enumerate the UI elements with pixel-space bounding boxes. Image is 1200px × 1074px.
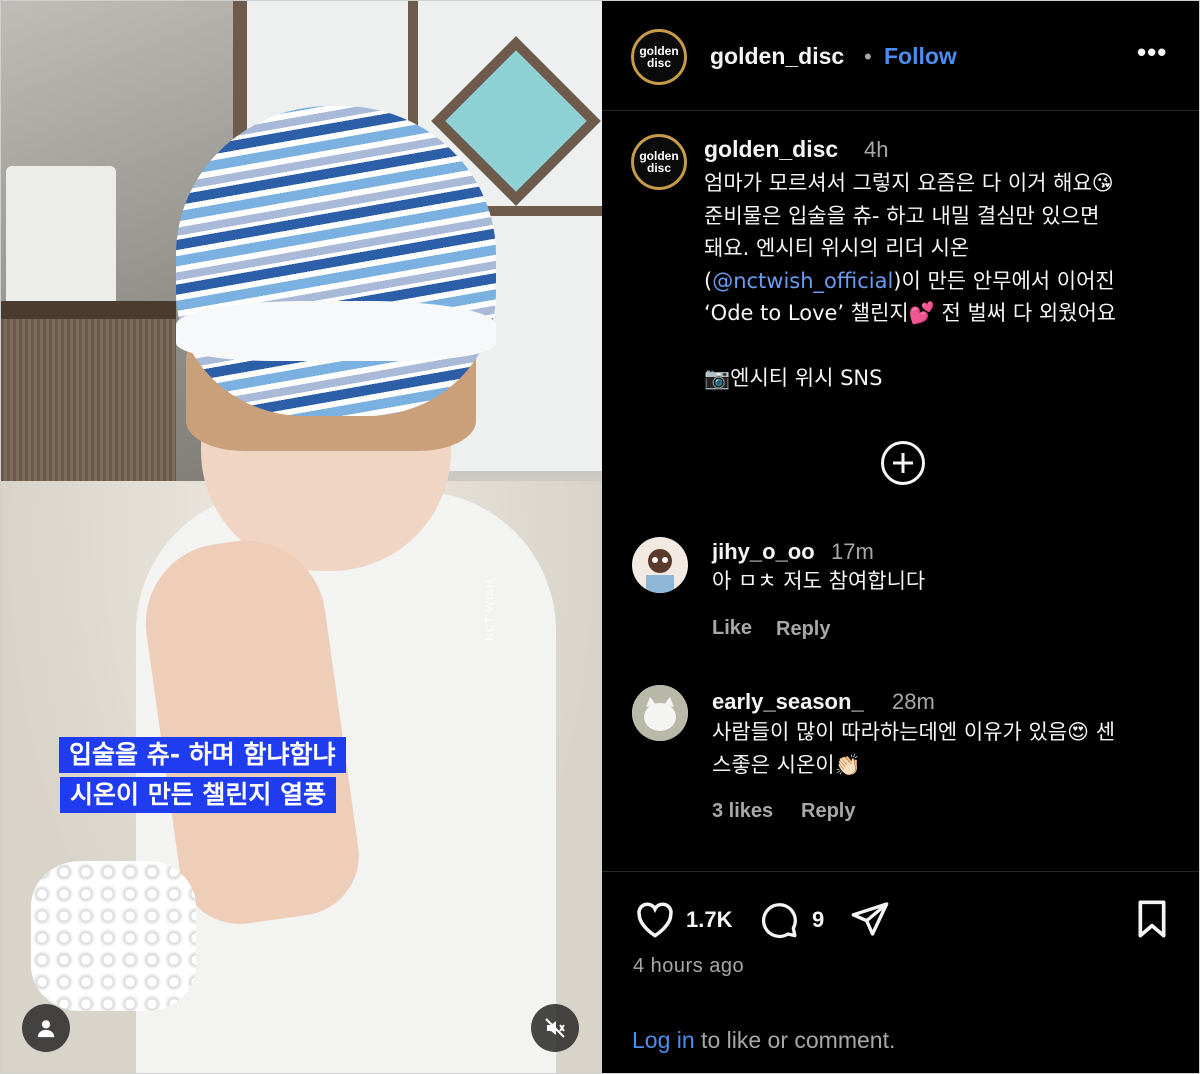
caption-line: )이 만든 안무에서 이어진 — [893, 268, 1115, 293]
caption-paren: ( — [704, 268, 713, 293]
comment-like-button[interactable]: Like — [712, 617, 752, 640]
striped-beanie — [176, 106, 496, 416]
caption-avatar[interactable]: golden disc — [631, 134, 687, 190]
caption-username[interactable]: golden_disc — [704, 136, 838, 163]
tagged-users-button[interactable] — [22, 1004, 70, 1052]
caption-credit: 📷엔시티 위시 SNS — [704, 366, 883, 390]
post-video[interactable]: 입술을 츄- 하며 함냐함냐 시온이 만든 챌린지 열풍 NCT WISH — [1, 1, 602, 1073]
plus-icon — [893, 453, 913, 473]
comment-text: 스좋은 시온이👏🏻 — [712, 753, 861, 777]
comment-reply-button[interactable]: Reply — [776, 618, 830, 641]
post-details-panel: golden disc golden_disc • Follow ••• gol… — [602, 1, 1199, 1073]
comment-text: 아 ㅁㅊ 저도 참여합니다 — [712, 569, 926, 593]
post-time-ago: 4 hours ago — [633, 955, 745, 977]
header-username[interactable]: golden_disc — [710, 43, 844, 70]
instagram-post-window: 입술을 츄- 하며 함냐함냐 시온이 만든 챌린지 열풍 NCT WISH go… — [0, 0, 1200, 1074]
caption-line: ‘Ode to Love’ 챌린지💕 전 벌써 다 외웠어요 — [704, 301, 1117, 325]
beanie-brim — [176, 301, 496, 361]
profile-avatar[interactable]: golden disc — [631, 29, 687, 85]
post-actions: 1.7K 9 4 hours ago Log in to like or com… — [602, 871, 1199, 1073]
heart-icon[interactable] — [634, 899, 676, 939]
login-link[interactable]: Log in — [632, 1027, 695, 1053]
speaker-muted-icon — [545, 1018, 565, 1038]
login-prompt-text: to like or comment. — [694, 1027, 896, 1053]
video-caption-line-1: 입술을 츄- 하며 함냐함냐 — [59, 737, 346, 773]
comment-username[interactable]: early_season_ — [712, 689, 864, 715]
separator-dot: • — [864, 44, 872, 69]
comment-count: 9 — [812, 907, 825, 932]
video-caption-line-2: 시온이 만든 챌린지 열풍 — [60, 777, 337, 813]
mute-button[interactable] — [531, 1004, 579, 1052]
logo-text-line2: disc — [646, 161, 671, 175]
user-icon — [37, 1020, 55, 1038]
caption-line: 준비물은 입술을 츄- 하고 내밀 결심만 있으면 — [704, 203, 1100, 228]
caption-body: 엄마가 모르셔서 그렇지 요즘은 다 이거 해요😘 준비물은 입술을 츄- 하고… — [704, 167, 1174, 395]
comment-likes-count[interactable]: 3 likes — [712, 800, 773, 823]
caption-line: 엄마가 모르셔서 그렇지 요즘은 다 이거 해요😘 — [704, 171, 1114, 195]
comment-avatar[interactable] — [632, 685, 688, 741]
logo-text-line2: disc — [646, 56, 671, 70]
pearl-bracelet — [31, 861, 196, 1011]
caption-timestamp[interactable]: 4h — [864, 137, 888, 163]
video-watermark: NCT WISH — [484, 578, 496, 641]
cat-icon — [632, 685, 688, 741]
load-more-comments-button[interactable] — [881, 441, 925, 485]
air-purifier — [6, 166, 116, 316]
mention-link[interactable]: @nctwish_official — [712, 269, 893, 293]
login-prompt: Log in to like or comment. — [632, 1027, 895, 1054]
comment-timestamp: 17m — [831, 539, 874, 564]
comment-avatar[interactable] — [632, 537, 688, 593]
post-header: golden disc golden_disc • Follow ••• — [602, 1, 1199, 111]
character-icon — [646, 549, 674, 593]
follow-button[interactable]: Follow — [884, 43, 957, 70]
more-options-button[interactable]: ••• — [1137, 37, 1167, 68]
comment-username[interactable]: jihy_o_oo — [712, 539, 815, 565]
comment-reply-button[interactable]: Reply — [801, 800, 855, 823]
like-count[interactable]: 1.7K — [686, 907, 732, 933]
share-icon[interactable] — [849, 899, 891, 939]
comment-text: 사람들이 많이 따라하는데엔 이유가 있음😍 센 — [712, 720, 1116, 744]
caption-line: 돼요. 엔시티 위시의 리더 시온 — [704, 236, 970, 260]
comment-icon[interactable] — [759, 899, 799, 939]
bookmark-icon[interactable] — [1135, 899, 1169, 939]
comment-timestamp: 28m — [892, 689, 935, 714]
